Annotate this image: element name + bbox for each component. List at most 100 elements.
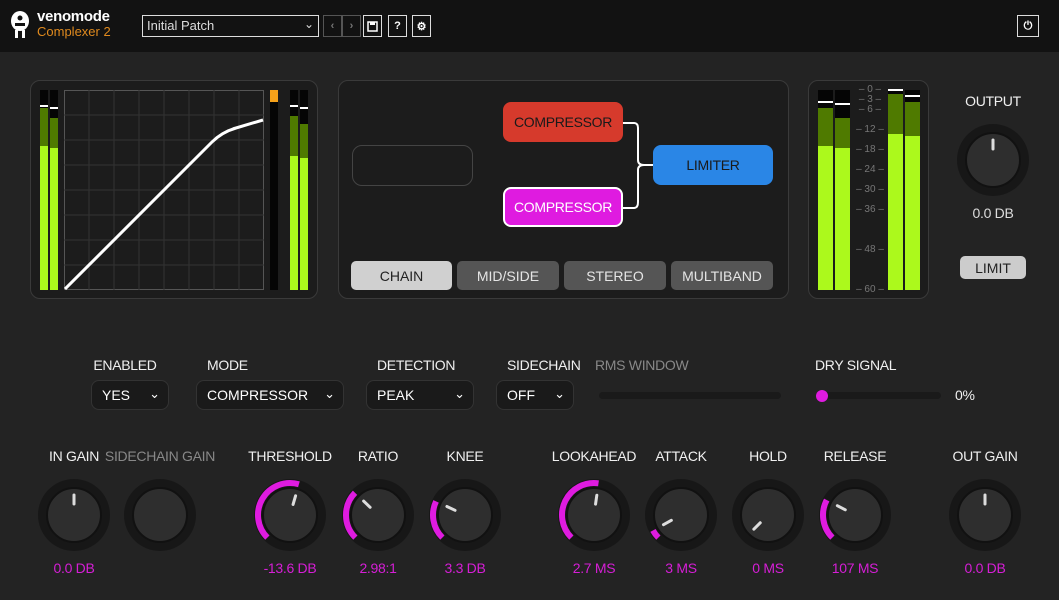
- enabled-label: ENABLED: [93, 357, 157, 373]
- enabled-value: YES: [102, 387, 131, 403]
- chevron-down-icon: ⌄: [324, 386, 335, 401]
- tab-mid-side[interactable]: MID/SIDE: [457, 261, 559, 290]
- limit-button[interactable]: LIMIT: [960, 256, 1026, 279]
- dry-signal-value: 0%: [955, 387, 975, 403]
- in-gain-knob[interactable]: [36, 477, 112, 553]
- gain-reduction-meter: [270, 90, 278, 290]
- output-knob[interactable]: [955, 122, 1031, 198]
- scale-tick: – 48 –: [856, 244, 884, 255]
- help-icon: ?: [394, 20, 401, 32]
- patch-name: Initial Patch: [147, 18, 215, 33]
- threshold-value: -13.6 DB: [263, 560, 317, 576]
- node-label: LIMITER: [686, 157, 740, 173]
- scale-tick: – 12 –: [856, 124, 884, 135]
- ratio-value: 2.98:1: [359, 560, 397, 576]
- tab-chain[interactable]: CHAIN: [351, 261, 452, 290]
- venomode-logo-icon: [11, 11, 29, 38]
- empty-slot[interactable]: [352, 145, 473, 186]
- next-patch-button[interactable]: ›: [342, 15, 361, 37]
- release-label: RELEASE: [823, 448, 887, 464]
- transfer-curve-graph: [64, 90, 264, 290]
- lookahead-knob[interactable]: [556, 477, 632, 553]
- mode-label: MODE: [207, 357, 248, 373]
- meter-rms: [290, 156, 298, 290]
- scale-tick: – 36 –: [856, 204, 884, 215]
- knob-pointer: [594, 493, 599, 506]
- scale-tick: – 30 –: [856, 184, 884, 195]
- mode-value: COMPRESSOR: [207, 387, 309, 403]
- sidechain-label: SIDECHAIN: [507, 357, 581, 373]
- meter-rms: [888, 134, 903, 290]
- help-button[interactable]: ?: [388, 15, 407, 37]
- mode-select[interactable]: COMPRESSOR ⌄: [196, 380, 344, 410]
- dry-signal-thumb[interactable]: [816, 390, 828, 402]
- chevron-down-icon: ⌄: [554, 386, 565, 401]
- meter-rms: [835, 148, 850, 290]
- release-knob[interactable]: [817, 477, 893, 553]
- meter-peak-hold: [835, 103, 850, 105]
- detection-select[interactable]: PEAK ⌄: [366, 380, 474, 410]
- node-label: COMPRESSOR: [513, 114, 613, 130]
- meter-rms: [300, 158, 308, 290]
- chevron-down-icon: ⌄: [454, 386, 465, 401]
- chevron-down-icon: ⌄: [149, 386, 160, 401]
- dry-signal-slider[interactable]: [816, 392, 941, 399]
- out-gain-value: 0.0 DB: [964, 560, 1006, 576]
- meter-peak-hold: [300, 107, 308, 109]
- threshold-knob[interactable]: [252, 477, 328, 553]
- gain-reduction-fill: [270, 90, 278, 102]
- meter-peak-hold: [50, 107, 58, 109]
- sidechain-select[interactable]: OFF ⌄: [496, 380, 574, 410]
- detection-label: DETECTION: [377, 357, 456, 373]
- output-meter-4: [905, 90, 920, 290]
- attack-knob[interactable]: [643, 477, 719, 553]
- header-bar: venomode Complexer 2 Initial Patch ⌄ ‹ › …: [0, 0, 1059, 52]
- knee-value: 3.3 DB: [444, 560, 486, 576]
- compressor-node-2[interactable]: COMPRESSOR: [503, 187, 623, 227]
- meter-rms: [50, 148, 58, 290]
- chevron-left-icon: ‹: [330, 20, 335, 32]
- scale-tick: – 60 –: [856, 284, 884, 295]
- out-gain-label: OUT GAIN: [952, 448, 1018, 464]
- save-button[interactable]: [363, 15, 382, 37]
- power-icon: ⏻: [1023, 19, 1033, 32]
- prev-patch-button[interactable]: ‹: [323, 15, 342, 37]
- sidechain-value: OFF: [507, 387, 535, 403]
- meter-peak-hold: [290, 105, 298, 107]
- attack-value: 3 MS: [665, 560, 697, 576]
- scale-tick: – 24 –: [856, 164, 884, 175]
- node-label: COMPRESSOR: [513, 199, 613, 215]
- out-gain-knob[interactable]: [947, 477, 1023, 553]
- output-meter-3: [888, 89, 903, 290]
- detection-value: PEAK: [377, 387, 415, 403]
- settings-button[interactable]: ⚙: [412, 15, 431, 37]
- knee-label: KNEE: [446, 448, 484, 464]
- meter-rms: [905, 136, 920, 290]
- limiter-node[interactable]: LIMITER: [653, 145, 773, 185]
- sidechain-gain-label: SIDECHAIN GAIN: [104, 448, 216, 464]
- brand-name: venomode: [37, 8, 110, 25]
- power-button[interactable]: ⏻: [1017, 15, 1039, 37]
- tab-multiband[interactable]: MULTIBAND: [671, 261, 773, 290]
- meter-peak-hold: [905, 95, 920, 97]
- input-meter-right: [50, 90, 58, 290]
- knee-knob[interactable]: [427, 477, 503, 553]
- save-icon: [367, 20, 378, 32]
- tab-stereo[interactable]: STEREO: [564, 261, 666, 290]
- scale-tick: – 6 –: [858, 104, 882, 115]
- ratio-knob[interactable]: [340, 477, 416, 553]
- hold-value: 0 MS: [752, 560, 784, 576]
- sidechain-gain-knob[interactable]: [122, 477, 198, 553]
- meter-peak-hold: [818, 101, 833, 103]
- chevron-right-icon: ›: [349, 20, 354, 32]
- compressor-node-1[interactable]: COMPRESSOR: [503, 102, 623, 142]
- post-meter-right: [300, 90, 308, 290]
- patch-select[interactable]: Initial Patch ⌄: [142, 15, 319, 37]
- input-meter-left: [40, 90, 48, 290]
- output-label: OUTPUT: [965, 93, 1021, 109]
- meter-peak-hold: [40, 105, 48, 107]
- hold-knob[interactable]: [730, 477, 806, 553]
- meter-peak-hold: [888, 89, 903, 91]
- enabled-select[interactable]: YES ⌄: [91, 380, 169, 410]
- rms-window-slider[interactable]: [599, 392, 781, 399]
